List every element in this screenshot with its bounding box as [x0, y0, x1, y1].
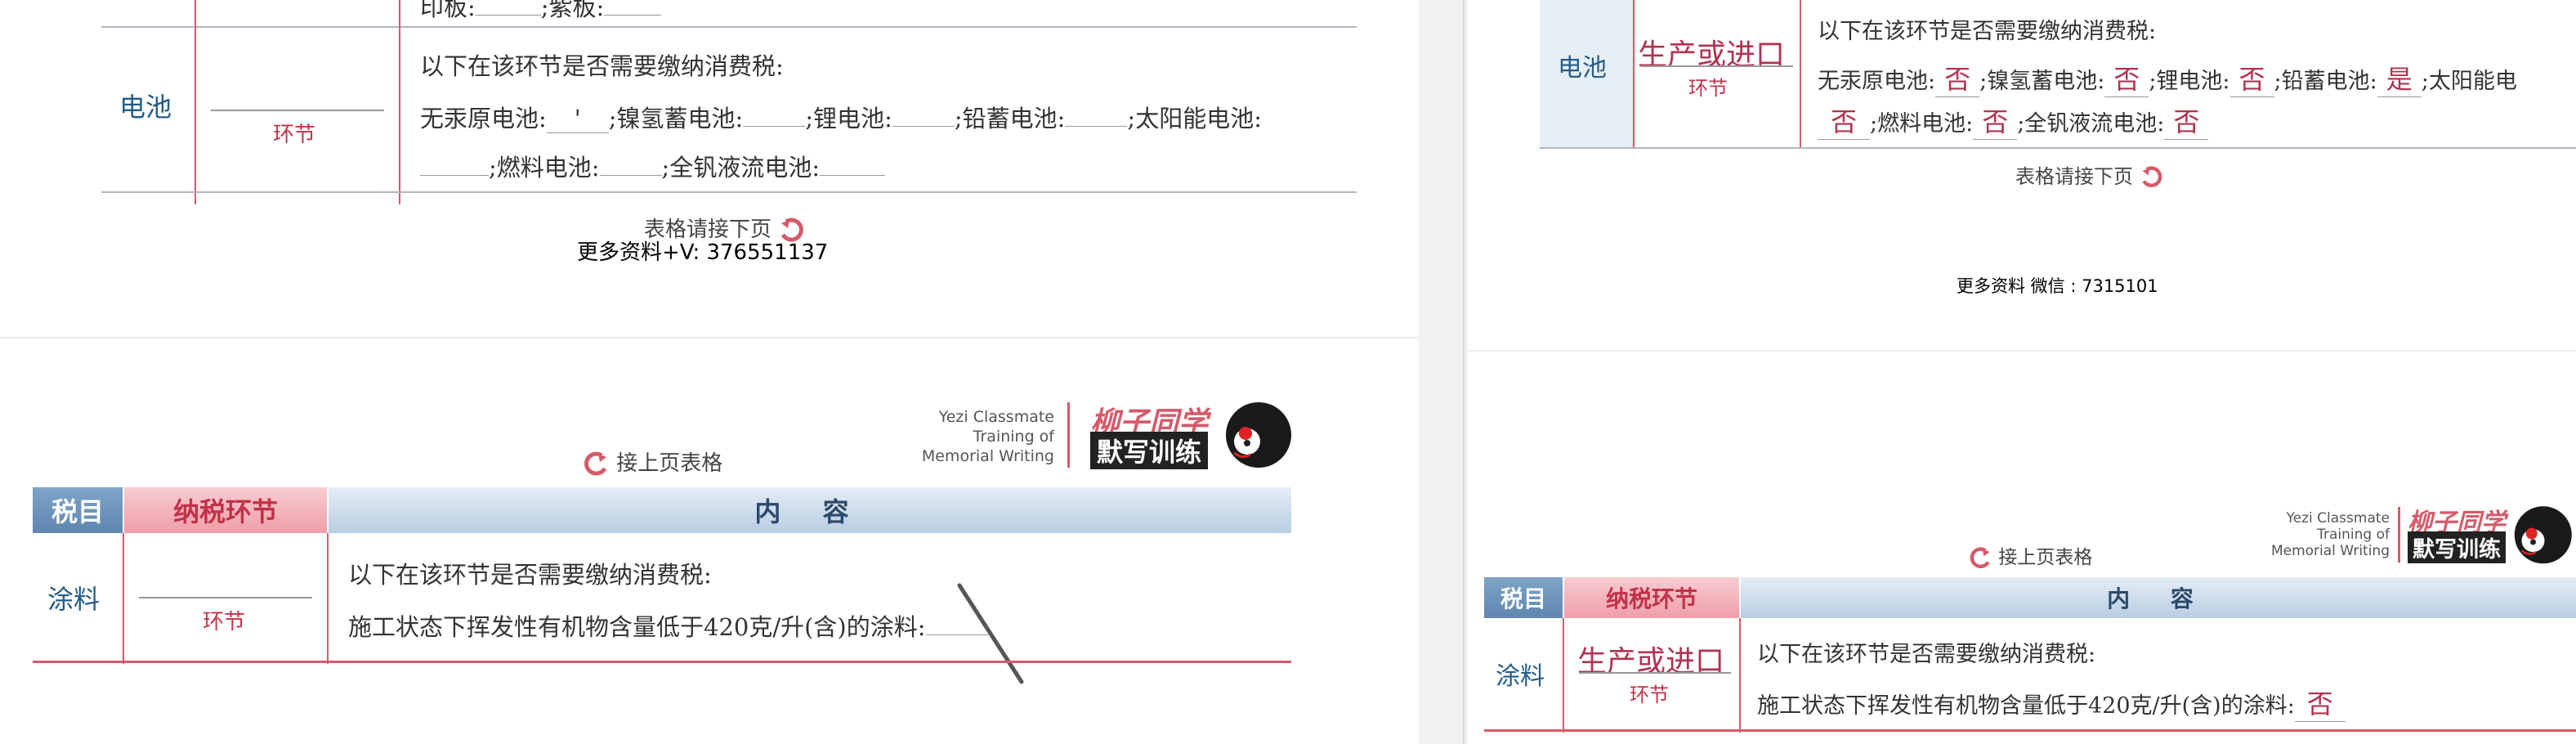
header-tax-stage: 纳税环节 [1564, 577, 1739, 618]
page-separator [1468, 350, 2576, 352]
header-tax-item: 税目 [1484, 577, 1563, 618]
stage-blank[interactable] [1641, 65, 1793, 67]
left-document-pane[interactable]: 印板: ;紫板: 电池 环节 以下在该环节是否需要缴纳消费税: 无汞原电池: ' ;镍… [0, 0, 1419, 744]
table-bottom-rule [1484, 729, 2576, 732]
stage-answer: 生产或进口 [1577, 645, 1725, 679]
battery-question: 以下在该环节是否需要缴纳消费税: [1818, 19, 2157, 44]
battery-line-2: ;燃料电池: ;全钒液流电池: [420, 149, 886, 183]
brand-chinese-bottom: 默写训练 [2408, 531, 2506, 563]
continue-arrow-icon [584, 451, 607, 476]
tax-item-battery: 电池 [1558, 54, 1607, 83]
header-tax-stage: 纳税环节 [124, 487, 327, 533]
answer-blank[interactable]: ' [546, 105, 609, 133]
answer-blank[interactable] [1065, 126, 1128, 127]
table-bottom-rule [33, 661, 1291, 663]
answer-blank[interactable] [599, 175, 662, 176]
answer-blank[interactable] [892, 126, 955, 127]
stage-label: 环节 [1630, 683, 1669, 706]
brand-english: Yezi Classmate Training of Memorial Writ… [2270, 510, 2390, 559]
header-tax-item: 税目 [33, 487, 123, 533]
table-divider [123, 533, 124, 664]
stage-blank[interactable] [1579, 672, 1731, 674]
stage-label: 环节 [203, 610, 246, 634]
right-document-pane[interactable]: 电池 生产或进口 环节 以下在该环节是否需要缴纳消费税: 无汞原电池: 否 ;镍氢蓄… [1468, 0, 2576, 744]
pen-stroke-mark [957, 583, 1024, 684]
mascot-icon [1226, 402, 1291, 468]
tax-item-paint: 涂料 [1496, 662, 1545, 691]
tax-item-battery: 电池 [119, 92, 172, 123]
battery-question: 以下在该环节是否需要缴纳消费税: [420, 52, 784, 80]
continue-next-page: 表格请接下页 [2015, 160, 2164, 190]
table-divider [1633, 0, 1635, 149]
table-divider [327, 533, 329, 664]
table-divider [1563, 618, 1564, 733]
continue-arrow-icon [1970, 546, 1990, 568]
mascot-icon [2514, 506, 2572, 564]
continue-prev-page: 接上页表格 [1968, 541, 2092, 571]
table-divider [399, 0, 400, 204]
battery-line-1: 无汞原电池: ' ;镍氢蓄电池: ;锂电池: ;铅蓄电池: ;太阳能电池: [420, 105, 1262, 133]
brand-chinese-bottom: 默写训练 [1090, 432, 1209, 469]
paint-line-1: 施工状态下挥发性有机物含量低于420克/升(含)的涂料: 否 [1757, 683, 2346, 722]
paint-question: 以下在该环节是否需要缴纳消费税: [1757, 642, 2096, 667]
answer-blank[interactable] [420, 175, 489, 176]
stage-blank[interactable] [139, 597, 312, 598]
table-divider [1739, 618, 1741, 733]
pane-divider [1463, 0, 1465, 744]
partial-row-text: 印板: ;紫板: [420, 0, 662, 23]
stage-label: 环节 [273, 123, 316, 147]
answer-blank[interactable] [743, 126, 806, 127]
battery-line-1: 无汞原电池: 否 ;镍氢蓄电池: 否 ;锂电池: 否 ;铅蓄电池: 是 ;太阳能电 [1818, 59, 2517, 97]
header-content: 内 容 [329, 487, 1291, 533]
brand-english: Yezi Classmate Training of Memorial Writ… [921, 408, 1054, 465]
table-divider [1800, 0, 1801, 149]
brand-divider [2398, 507, 2400, 562]
table-divider [195, 0, 196, 204]
table-rule [101, 26, 1357, 28]
table-rule [101, 191, 1357, 193]
watermark-text: 更多资料+V: 376551137 [577, 240, 829, 265]
split-gutter [1419, 0, 1468, 744]
brand-divider [1067, 402, 1070, 468]
stage-label: 环节 [1688, 77, 1728, 100]
stage-blank[interactable] [211, 110, 384, 111]
page-separator [0, 337, 1419, 338]
paint-line-1: 施工状态下挥发性有机物含量低于420克/升(含)的涂料: [348, 608, 988, 643]
stage-answer: 生产或进口 [1638, 38, 1786, 72]
paint-question: 以下在该环节是否需要缴纳消费税: [348, 561, 712, 589]
continue-arrow-icon [2142, 166, 2162, 187]
answer-blank[interactable] [820, 175, 886, 176]
watermark-text: 更多资料 微信 : 7315101 [1957, 276, 2158, 296]
continue-prev-page: 接上页表格 [582, 446, 722, 478]
table-rule [1540, 147, 2576, 149]
tax-item-paint: 涂料 [47, 584, 101, 615]
header-content: 内 容 [1741, 577, 2576, 618]
battery-line-2: 否 ;燃料电池: 否 ;全钒液流电池: 否 [1818, 101, 2209, 140]
